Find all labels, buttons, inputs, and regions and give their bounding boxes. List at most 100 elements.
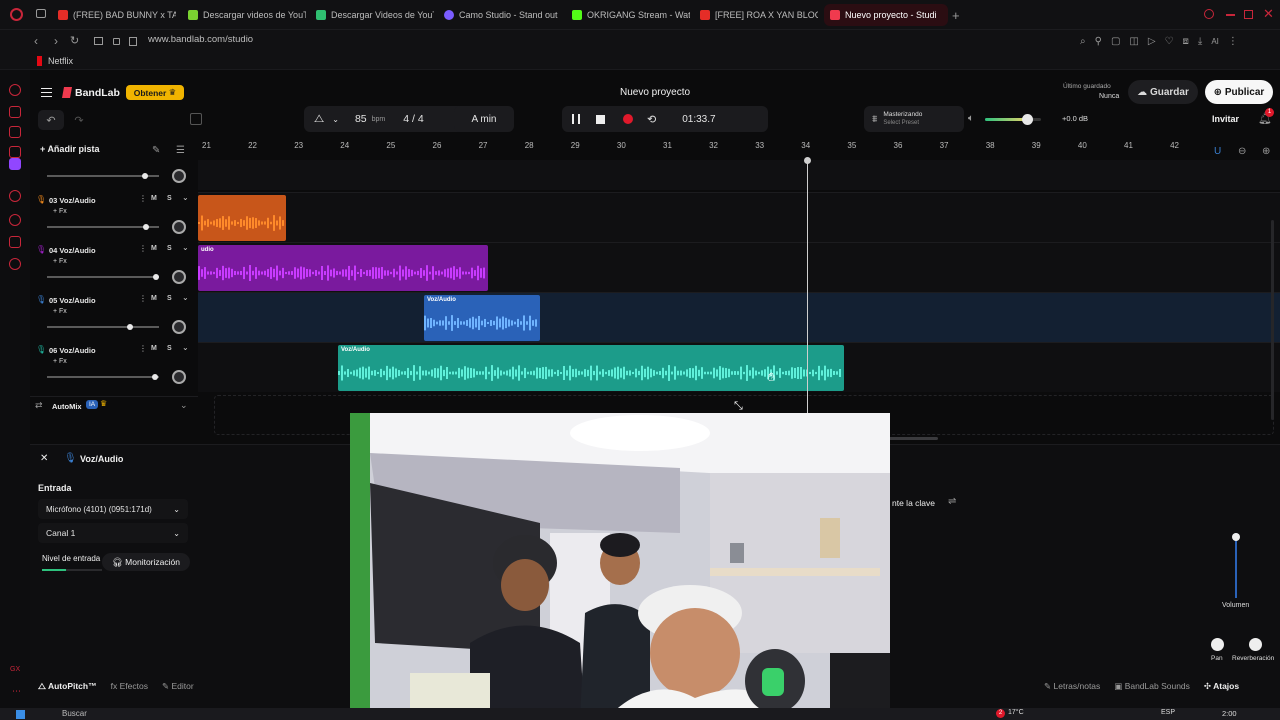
pan-knob[interactable] — [172, 220, 186, 234]
clock-icon[interactable] — [9, 214, 21, 226]
key-box[interactable]: A min — [454, 106, 514, 132]
upgrade-button[interactable]: Obtener ♛ — [126, 85, 184, 100]
track-lane[interactable] — [198, 192, 1280, 242]
save-page-icon[interactable]: ▢ — [1111, 36, 1120, 47]
solo-button[interactable]: S — [167, 295, 172, 302]
fx-button[interactable]: + Fx — [53, 208, 67, 215]
project-title[interactable]: Nuevo proyecto — [620, 87, 690, 98]
cycle-icon[interactable] — [190, 113, 202, 125]
back-icon[interactable]: ‹ — [34, 34, 38, 48]
redo-icon[interactable]: ↷ — [66, 110, 92, 130]
track-lane[interactable] — [198, 160, 1280, 190]
record-icon[interactable] — [623, 114, 633, 124]
weather-temperature[interactable]: 17°C — [1008, 709, 1024, 716]
hamburger-menu-icon[interactable] — [41, 88, 52, 97]
menu-icon[interactable]: ⋮ — [1228, 36, 1238, 47]
zoom-icon[interactable]: ⌕ — [1080, 36, 1086, 47]
browser-tab[interactable]: [FREE] ROA X YAN BLOCK — [700, 4, 818, 26]
automix-row[interactable]: ⇄ AutoMix IA ♛ ⌄ — [30, 396, 198, 414]
track-settings-icon[interactable]: ☰ — [176, 145, 185, 156]
tab-editor[interactable]: ✎ Editor — [162, 681, 194, 697]
url-text[interactable]: www.bandlab.com/studio — [148, 34, 253, 45]
track-header[interactable]: 🎙︎ 04 Voz/Audio + Fx ⋮ M S ⌄ — [36, 242, 194, 292]
loop-icon[interactable]: ⟲ — [647, 113, 656, 126]
browser-tab[interactable]: OKRIGANG Stream - Watc — [572, 4, 690, 26]
tab-lyrics[interactable]: ✎ Letras/notas — [1044, 681, 1100, 697]
microphone-select[interactable]: Micrófono (4101) (0951:171d) ⌄ — [38, 499, 188, 519]
track-menu-icon[interactable]: ⋮ — [139, 294, 147, 303]
download-icon[interactable]: ⤓ — [1198, 36, 1202, 47]
track-lane[interactable]: Voz/Audio — [198, 292, 1280, 342]
track-volume-slider[interactable] — [47, 373, 159, 380]
audio-clip[interactable]: udio — [198, 245, 488, 291]
track-volume-slider[interactable] — [47, 172, 159, 179]
monitoring-button[interactable]: 🎧︎ Monitorización — [102, 553, 190, 571]
audio-clip[interactable] — [198, 195, 286, 241]
camera-icon[interactable]: ◫ — [1129, 36, 1138, 47]
messenger-icon[interactable] — [9, 126, 21, 138]
forward-icon[interactable]: › — [54, 34, 58, 48]
wallet-icon[interactable]: ⧈ — [1183, 36, 1189, 47]
windows-start-icon[interactable] — [16, 710, 25, 719]
browser-tab-active[interactable]: Nuevo proyecto - Studi — [824, 4, 948, 26]
solo-button[interactable]: S — [167, 345, 172, 352]
language-indicator[interactable]: ESP — [1161, 709, 1175, 716]
bookmark-netflix[interactable]: Netflix — [48, 56, 73, 66]
pan-knob[interactable] — [172, 169, 186, 183]
publish-button[interactable]: ⊕ Publicar — [1205, 80, 1273, 104]
browser-tab[interactable]: Camo Studio - Stand out — [444, 4, 562, 26]
track-lane[interactable]: udio — [198, 242, 1280, 292]
track-header[interactable]: 🎙︎ 06 Voz/Audio + Fx ⋮ M S ⌄ — [36, 342, 194, 392]
reload-icon[interactable]: ↻ — [70, 34, 79, 47]
track-volume-slider[interactable] — [47, 223, 159, 230]
browser-tab[interactable]: Descargar Videos de YouT — [316, 4, 434, 26]
fx-button[interactable]: + Fx — [53, 308, 67, 315]
sliders-icon[interactable]: ⇌ — [948, 496, 956, 507]
undo-icon[interactable]: ↶ — [38, 110, 64, 130]
fader-knob[interactable] — [1232, 533, 1240, 541]
track-menu-icon[interactable]: ⋮ — [139, 194, 147, 203]
timeline-ruler[interactable]: 21 22 23 24 25 26 27 28 29 30 31 32 33 34 35 36 37 38 39 40… — [198, 139, 1280, 153]
track-menu-icon[interactable]: ⋮ — [139, 244, 147, 253]
site-info-icon[interactable] — [129, 37, 137, 46]
mute-button[interactable]: M — [151, 195, 157, 202]
cube-icon[interactable] — [9, 236, 21, 248]
heart-icon[interactable]: ♡ — [1165, 36, 1174, 47]
fx-button[interactable]: + Fx — [53, 358, 67, 365]
mic-icon[interactable]: 🎙︎ — [36, 195, 46, 204]
mute-button[interactable]: M — [151, 345, 157, 352]
mic-icon[interactable]: 🎙︎ — [36, 295, 46, 304]
master-volume-slider[interactable] — [985, 114, 1041, 125]
track-name[interactable]: 05 Voz/Audio — [49, 296, 96, 305]
zoom-out-icon[interactable]: ⊖ — [1238, 146, 1246, 157]
search-tabs-icon[interactable] — [1204, 9, 1214, 19]
channel-select[interactable]: Canal 1 ⌄ — [38, 523, 188, 543]
pan-knob[interactable] — [172, 370, 186, 384]
track-name[interactable]: 06 Voz/Audio — [49, 346, 96, 355]
metronome-icon[interactable]: ⧍ — [314, 113, 324, 126]
track-volume-knob[interactable] — [142, 172, 148, 179]
mastering-box[interactable]: ⩩ Masterizando Select Preset — [864, 106, 964, 132]
track-volume-knob[interactable] — [142, 223, 149, 230]
solo-button[interactable]: S — [167, 195, 172, 202]
minimize-icon[interactable] — [1226, 14, 1235, 16]
track-volume-knob[interactable] — [126, 323, 133, 330]
maximize-icon[interactable] — [1244, 10, 1253, 19]
track-header[interactable]: 🎙︎ 03 Voz/Audio + Fx ⋮ M S ⌄ — [36, 192, 194, 242]
browser-tab[interactable]: Descargar videos de YouT — [188, 4, 306, 26]
playhead[interactable] — [807, 160, 808, 418]
chevron-down-icon[interactable]: ⌄ — [182, 343, 189, 352]
mic-icon[interactable]: 🎙︎ — [36, 345, 46, 354]
speaker-icon[interactable]: 🔈︎ — [968, 113, 974, 124]
track-lane[interactable]: Voz/Audio — [198, 342, 1280, 392]
add-track-button[interactable]: + Añadir pista — [40, 144, 99, 158]
track-header[interactable]: 🎙︎ 05 Voz/Audio + Fx ⋮ M S ⌄ — [36, 292, 194, 342]
pencil-icon[interactable]: ✎ — [152, 145, 160, 156]
track-volume-slider[interactable] — [47, 273, 159, 280]
aria-icon[interactable]: AI — [1211, 37, 1219, 46]
taskbar-search[interactable]: Buscar — [62, 709, 87, 718]
tab-shortcuts[interactable]: ✣ Atajos — [1204, 681, 1239, 697]
chevron-down-icon[interactable]: ⌄ — [182, 193, 189, 202]
chevron-down-icon[interactable]: ⌄ — [182, 293, 189, 302]
tab-menu-icon[interactable] — [36, 9, 46, 18]
